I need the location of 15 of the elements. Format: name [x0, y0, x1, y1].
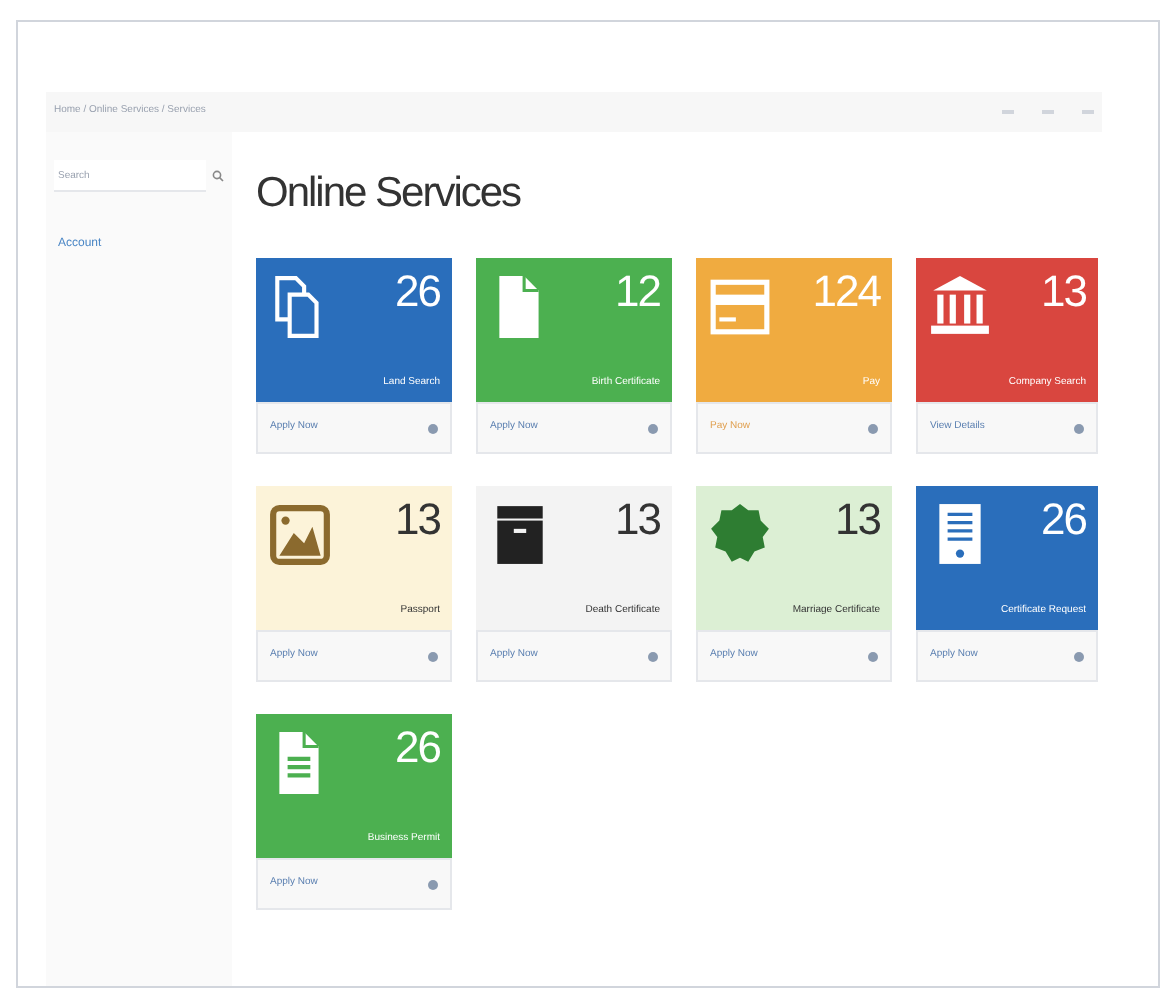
- count: 26: [395, 270, 440, 314]
- count: 26: [395, 726, 440, 770]
- count: 13: [835, 498, 880, 542]
- image-icon: [268, 502, 332, 566]
- search-icon: [212, 170, 224, 182]
- page-title: Online Services: [256, 172, 523, 214]
- seal-icon: [708, 502, 772, 566]
- count: 13: [1041, 270, 1086, 314]
- count: 13: [615, 498, 660, 542]
- bank-icon: [928, 274, 992, 338]
- count: 26: [1041, 498, 1086, 542]
- count: 13: [395, 498, 440, 542]
- count: 12: [615, 270, 660, 314]
- card-icon: [708, 274, 772, 338]
- count: 124: [812, 270, 880, 314]
